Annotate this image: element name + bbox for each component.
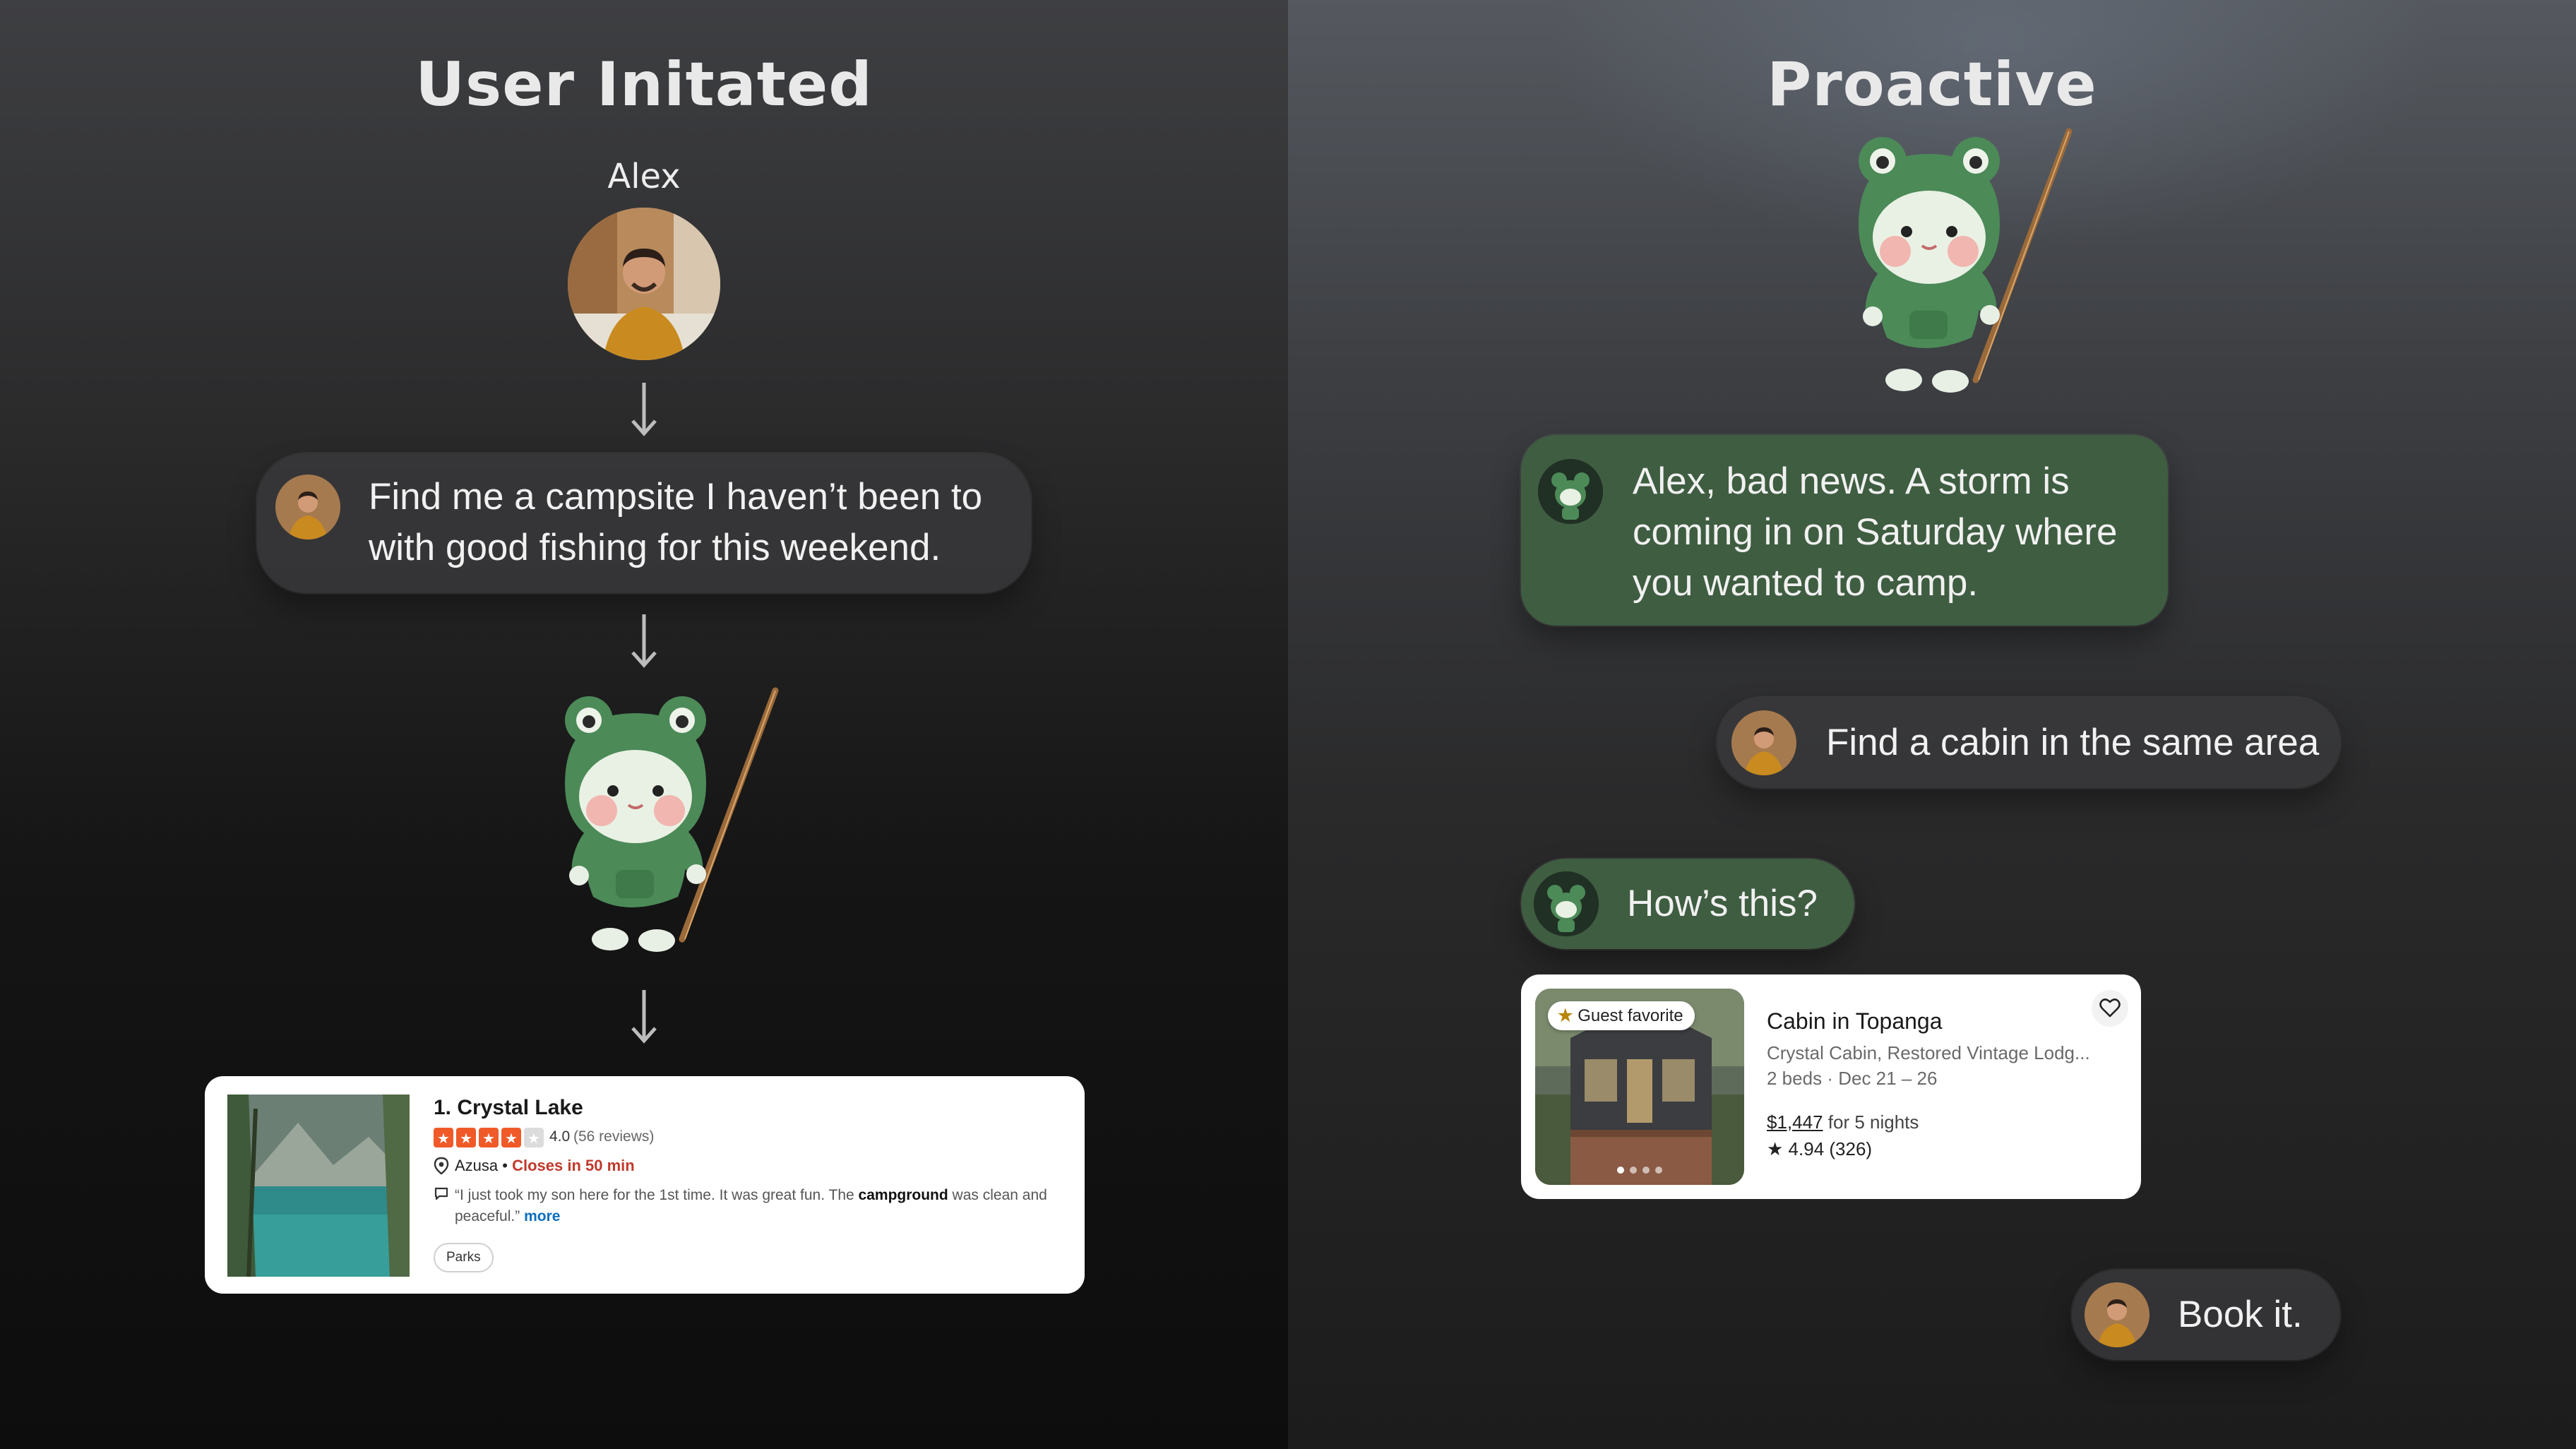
avatar [2085, 1282, 2149, 1347]
result-title[interactable]: 1. Crystal Lake [434, 1096, 583, 1120]
listing-card[interactable]: ★ Guest favorite Cabin in Topanga Crysta… [1521, 974, 2141, 1199]
review-count: (56 reviews) [573, 1128, 655, 1145]
comment-icon [434, 1187, 448, 1200]
star-icon: ★ [437, 1130, 450, 1147]
listing-photo[interactable]: ★ Guest favorite [1535, 989, 1744, 1185]
rating-stars: ★ ★ ★ ★ ★ [434, 1127, 547, 1148]
left-panel: User Initated Alex Find me a campsite I … [0, 0, 1288, 1449]
user-message-bubble: Find me a campsite I haven’t been to wit… [257, 453, 1031, 593]
search-result-card[interactable]: 1. Crystal Lake ★ ★ ★ ★ ★ 4.0 (56 reviews) A… [205, 1076, 1085, 1294]
right-panel: Proactive Alex, bad news. A storm is com… [1288, 0, 2576, 1449]
star-icon: ★ [1767, 1138, 1784, 1159]
favorite-heart-button[interactable] [2092, 990, 2128, 1027]
panel-title: Proactive [1767, 49, 2097, 120]
panel-title: User Initated [415, 49, 873, 120]
price-value[interactable]: $1,447 [1767, 1111, 1823, 1133]
user-message-bubble: Find a cabin in the same area [1717, 698, 2340, 788]
star-icon: ★ [505, 1130, 518, 1147]
assistant-message-bubble: Alex, bad news. A storm is coming in on … [1521, 435, 2168, 626]
avatar [568, 208, 720, 360]
listing-rating: ★ 4.94 (326) [1767, 1138, 1873, 1159]
assistant-message-text: How’s this? [1627, 883, 1818, 924]
user-message-bubble: Book it. [2072, 1270, 2340, 1360]
frog-mascot-icon [565, 687, 779, 952]
review-snippet: “I just took my son here for the 1st tim… [455, 1187, 1047, 1224]
listing-details: 2 beds · Dec 21 – 26 [1767, 1068, 1938, 1089]
star-icon: ★ [527, 1130, 540, 1147]
assistant-message-text: Alex, bad news. A storm is coming in on … [1633, 460, 2118, 604]
avatar [1731, 710, 1796, 775]
user-name-label: Alex [607, 157, 681, 196]
closing-status: Closes in 50 min [512, 1157, 635, 1174]
listing-subtitle: Crystal Cabin, Restored Vintage Lodg... [1767, 1042, 2090, 1063]
down-arrow-icon [631, 990, 657, 1044]
assistant-message-bubble: How’s this? [1521, 859, 1854, 949]
assistant-avatar-icon [1534, 871, 1599, 936]
review-keyword: campground [858, 1187, 948, 1203]
location-text: Azusa [455, 1157, 499, 1174]
down-arrow-icon [631, 383, 657, 436]
listing-price: $1,447 for 5 nights [1767, 1111, 1919, 1133]
rating-value: 4.0 [549, 1128, 571, 1145]
pager-dot[interactable] [1617, 1167, 1624, 1174]
avatar [275, 475, 340, 539]
location-pin-icon [434, 1157, 449, 1175]
pager-dot[interactable] [1655, 1167, 1662, 1174]
more-link[interactable]: more [524, 1208, 560, 1224]
heart-icon [2099, 998, 2121, 1018]
separator: • [502, 1157, 508, 1174]
user-message-text: Find me a campsite I haven’t been to wit… [369, 476, 983, 568]
user-message-text: Find a cabin in the same area [1826, 722, 2320, 763]
trophy-icon: ★ [1558, 1006, 1573, 1025]
photo-pager-dots[interactable] [1610, 1167, 1669, 1174]
frog-mascot-icon [1859, 128, 2073, 393]
star-icon: ★ [482, 1130, 495, 1147]
pager-dot[interactable] [1642, 1167, 1650, 1174]
location-line: Azusa • Closes in 50 min [455, 1157, 635, 1175]
down-arrow-icon [631, 614, 657, 668]
assistant-avatar-icon [1538, 459, 1603, 524]
star-icon: ★ [460, 1130, 472, 1147]
pager-dot[interactable] [1630, 1167, 1637, 1174]
result-photo [227, 1095, 410, 1277]
guest-favorite-badge: ★ Guest favorite [1548, 1001, 1695, 1030]
user-message-text: Book it. [2178, 1294, 2303, 1335]
listing-title[interactable]: Cabin in Topanga [1767, 1008, 1943, 1034]
category-tag[interactable]: Parks [434, 1243, 494, 1272]
